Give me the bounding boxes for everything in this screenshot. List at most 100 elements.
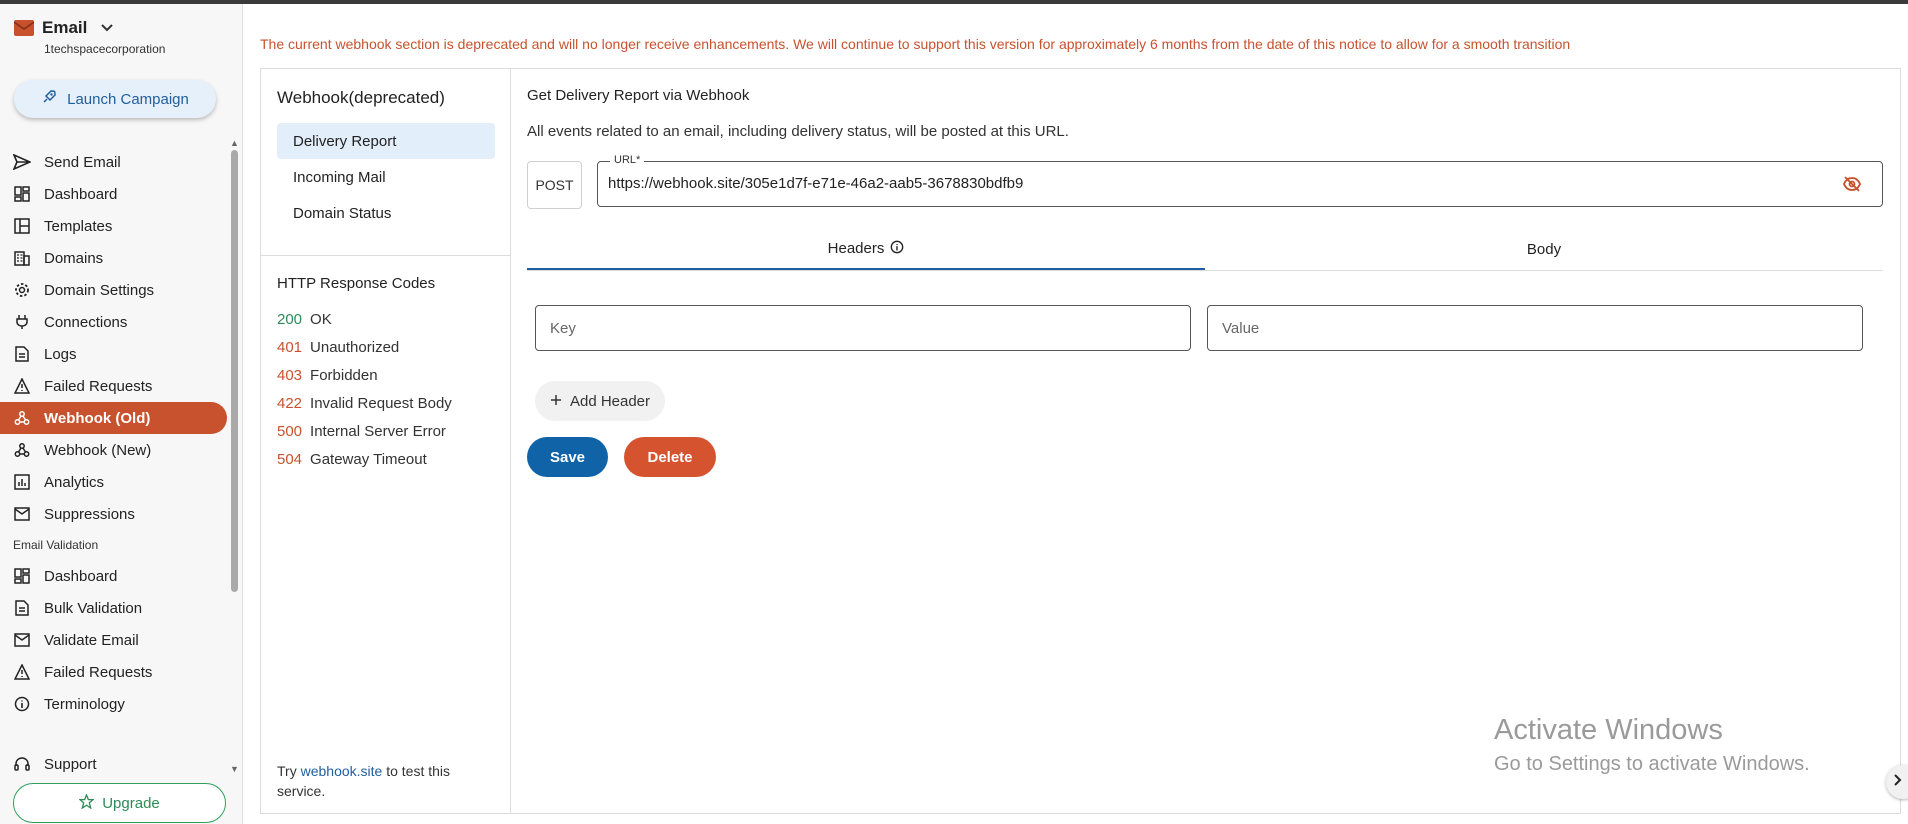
sidebar-item-connections[interactable]: Connections [0, 306, 228, 338]
webhook-config: Get Delivery Report via Webhook All even… [511, 69, 1900, 813]
chevron-down-icon [101, 21, 114, 35]
http-code-number: 200 [277, 310, 303, 328]
gear-icon [13, 281, 31, 299]
scroll-down-arrow-icon[interactable]: ▼ [230, 764, 239, 774]
sidebar-item-validation-dashboard[interactable]: Dashboard [0, 560, 228, 592]
sub-nav-delivery-report[interactable]: Delivery Report [277, 123, 495, 159]
config-tabs: Headers Body [527, 229, 1883, 271]
sidebar-item-support[interactable]: Support [0, 748, 228, 780]
http-code-row: 200 OK [277, 305, 452, 333]
sidebar-item-label: Webhook (Old) [44, 409, 151, 427]
sidebar-nav: Send Email Dashboard Templates Domains D… [0, 146, 228, 720]
mail-icon [13, 631, 31, 649]
sidebar-item-label: Bulk Validation [44, 599, 143, 617]
http-code-number: 403 [277, 366, 303, 384]
mail-off-icon [13, 505, 31, 523]
sidebar-item-send-email[interactable]: Send Email [0, 146, 228, 178]
watermark-title: Activate Windows [1494, 714, 1723, 746]
http-codes-title: HTTP Response Codes [277, 275, 436, 292]
left-column-divider [261, 255, 511, 256]
url-value[interactable]: https://webhook.site/305e1d7f-e71e-46a2-… [608, 175, 1023, 192]
sidebar-item-label: Suppressions [44, 505, 135, 523]
sidebar-item-label: Logs [44, 345, 77, 363]
templates-icon [13, 217, 31, 235]
http-code-row: 504 Gateway Timeout [277, 445, 452, 473]
header-value-input[interactable]: Value [1207, 305, 1863, 351]
chevron-right-icon [1894, 773, 1902, 791]
sidebar: Email 1techspacecorporation Launch Campa… [0, 4, 243, 824]
sub-nav-incoming-mail[interactable]: Incoming Mail [277, 159, 495, 195]
activate-windows-watermark: Activate Windows Go to Settings to activ… [1494, 714, 1810, 776]
try-prefix: Try [277, 763, 301, 779]
sidebar-item-validation-failed-requests[interactable]: Failed Requests [0, 656, 228, 688]
http-code-number: 401 [277, 338, 303, 356]
sidebar-item-dashboard[interactable]: Dashboard [0, 178, 228, 210]
http-code-row: 401 Unauthorized [277, 333, 452, 361]
http-codes-list: 200 OK 401 Unauthorized 403 Forbidden 422 In… [277, 305, 452, 473]
scroll-up-arrow-icon[interactable]: ▲ [230, 138, 239, 148]
dashboard-icon [13, 567, 31, 585]
sidebar-item-label: Dashboard [44, 567, 118, 585]
add-header-button[interactable]: Add Header [535, 381, 665, 421]
launch-campaign-label: Launch Campaign [67, 90, 189, 108]
sidebar-scroll-thumb[interactable] [231, 150, 238, 592]
header-key-input[interactable]: Key [535, 305, 1191, 351]
add-header-label: Add Header [569, 392, 651, 410]
domains-icon [13, 249, 31, 267]
sidebar-item-suppressions[interactable]: Suppressions [0, 498, 228, 530]
sidebar-item-bulk-validation[interactable]: Bulk Validation [0, 592, 228, 624]
webhook-left-column: Webhook(deprecated) Delivery Report Inco… [261, 69, 511, 813]
eye-off-icon[interactable] [1842, 174, 1862, 194]
tab-body[interactable]: Body [1205, 229, 1883, 270]
webhook-panel: Webhook(deprecated) Delivery Report Inco… [260, 68, 1901, 814]
org-name: 1techspacecorporation [44, 42, 166, 56]
brand-title: Email [42, 18, 88, 37]
http-code-row: 500 Internal Server Error [277, 417, 452, 445]
sidebar-item-label: Dashboard [44, 185, 118, 203]
sidebar-item-logs[interactable]: Logs [0, 338, 228, 370]
http-code-row: 403 Forbidden [277, 361, 452, 389]
sidebar-item-domains[interactable]: Domains [0, 242, 228, 274]
send-icon [13, 153, 31, 171]
sub-nav-domain-status[interactable]: Domain Status [277, 195, 495, 231]
plus-icon [550, 393, 562, 410]
document-icon [13, 345, 31, 363]
url-field[interactable]: URL* https://webhook.site/305e1d7f-e71e-… [597, 154, 1883, 207]
support-section: Support [0, 748, 228, 780]
sidebar-item-label: Domain Settings [44, 281, 155, 299]
sidebar-item-webhook-old[interactable]: Webhook (Old) [0, 402, 227, 434]
sidebar-item-label: Webhook (New) [44, 441, 152, 459]
http-code-text: Invalid Request Body [310, 394, 452, 412]
email-validation-section-label: Email Validation [13, 538, 99, 552]
rocket-icon [41, 89, 57, 109]
url-field-label: URL* [610, 154, 645, 166]
http-code-text: Gateway Timeout [310, 450, 427, 468]
webhook-panel-title: Webhook(deprecated) [277, 88, 445, 107]
brand-switcher[interactable]: Email [13, 18, 114, 38]
webhook-icon [13, 441, 31, 459]
sidebar-item-label: Analytics [44, 473, 105, 491]
sidebar-item-validate-email[interactable]: Validate Email [0, 624, 228, 656]
tab-headers[interactable]: Headers [527, 229, 1205, 270]
try-webhook-site-hint: Try webhook.site to test this service. [277, 761, 497, 801]
sidebar-item-templates[interactable]: Templates [0, 210, 228, 242]
sidebar-item-label: Validate Email [44, 631, 139, 649]
save-button[interactable]: Save [527, 437, 608, 477]
sidebar-item-webhook-new[interactable]: Webhook (New) [0, 434, 228, 466]
deprecation-notice: The current webhook section is deprecate… [260, 36, 1571, 52]
webhook-sub-nav: Delivery Report Incoming Mail Domain Sta… [277, 123, 495, 231]
sidebar-item-analytics[interactable]: Analytics [0, 466, 228, 498]
sidebar-item-failed-requests[interactable]: Failed Requests [0, 370, 228, 402]
headset-icon [13, 755, 31, 773]
sidebar-item-label: Send Email [44, 153, 121, 171]
upgrade-button[interactable]: Upgrade [13, 783, 226, 823]
info-icon [890, 240, 904, 258]
sidebar-scrollbar[interactable]: ▲ ▼ [229, 138, 239, 778]
http-code-row: 422 Invalid Request Body [277, 389, 452, 417]
sidebar-item-label: Connections [44, 313, 128, 331]
webhook-site-link[interactable]: webhook.site [301, 763, 383, 779]
sidebar-item-domain-settings[interactable]: Domain Settings [0, 274, 228, 306]
delete-button[interactable]: Delete [624, 437, 716, 477]
sidebar-item-terminology[interactable]: Terminology [0, 688, 228, 720]
launch-campaign-button[interactable]: Launch Campaign [14, 80, 216, 118]
